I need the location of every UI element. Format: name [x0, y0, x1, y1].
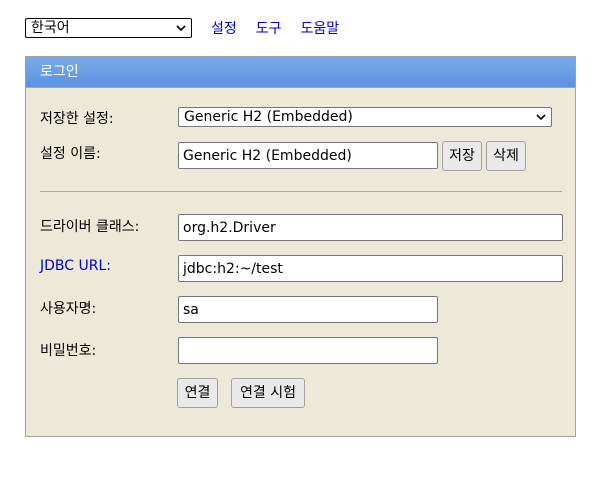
login-panel-header: 로그인: [26, 57, 575, 88]
jdbc-url-input[interactable]: [178, 255, 563, 282]
divider: [40, 191, 562, 192]
language-select-value: 한국어: [31, 20, 70, 36]
nav-link-help[interactable]: 도움말: [301, 18, 340, 38]
password-input[interactable]: [178, 337, 438, 364]
chevron-down-icon: [536, 114, 546, 121]
save-button[interactable]: 저장: [442, 141, 482, 171]
username-input[interactable]: [178, 296, 438, 323]
top-nav: 설정 도구 도움말: [211, 18, 358, 38]
driver-class-label: 드라이버 클래스:: [40, 219, 140, 235]
jdbc-url-label[interactable]: JDBC URL:: [40, 258, 111, 274]
setting-name-label: 설정 이름:: [40, 146, 101, 162]
language-select[interactable]: 한국어: [25, 18, 192, 38]
test-connection-button[interactable]: 연결 시험: [231, 378, 305, 408]
password-label: 비밀번호:: [40, 343, 97, 359]
driver-class-input[interactable]: [178, 214, 563, 241]
nav-link-tools[interactable]: 도구: [256, 18, 282, 38]
connect-button[interactable]: 연결: [177, 378, 218, 408]
login-panel: 로그인 저장한 설정: Generic H2 (Embedded) 설정 이름:…: [25, 56, 576, 437]
chevron-down-icon: [176, 25, 186, 32]
nav-link-preferences[interactable]: 설정: [211, 18, 237, 38]
setting-name-input[interactable]: [178, 142, 438, 169]
saved-settings-value: Generic H2 (Embedded): [184, 109, 353, 125]
delete-button[interactable]: 삭제: [486, 141, 526, 171]
saved-settings-label: 저장한 설정:: [40, 111, 114, 127]
saved-settings-select[interactable]: Generic H2 (Embedded): [178, 107, 552, 127]
top-bar: 한국어 설정 도구 도움말: [25, 17, 358, 39]
username-label: 사용자명:: [40, 301, 97, 317]
